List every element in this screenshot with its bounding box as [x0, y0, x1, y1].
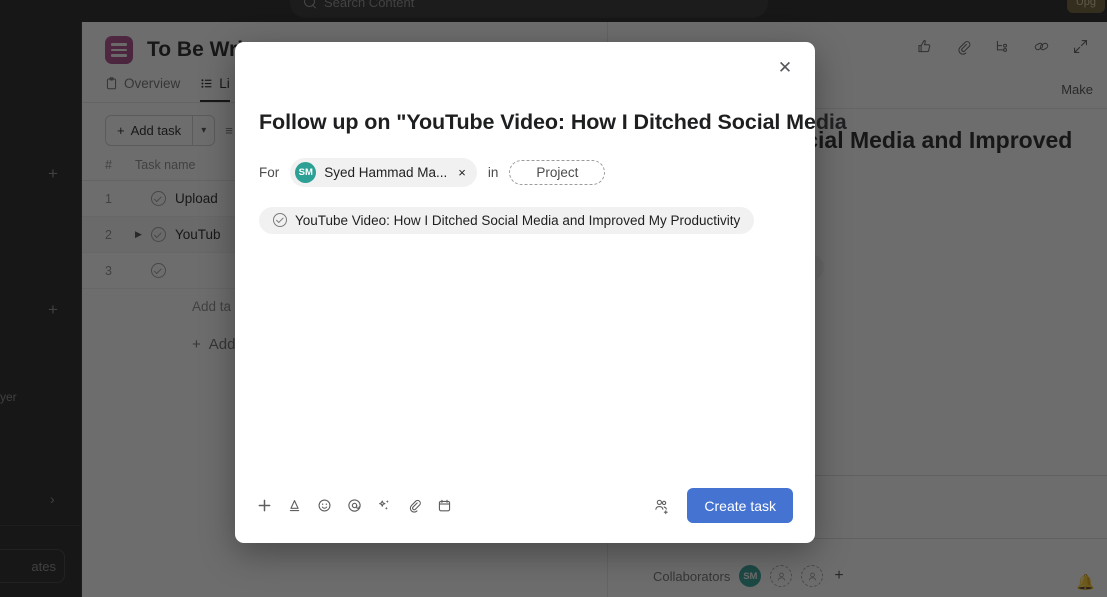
project-selector[interactable]: Project [509, 159, 606, 185]
ai-sparkle-icon[interactable] [377, 498, 392, 513]
modal-body: Follow up on "YouTube Video: How I Ditch… [235, 42, 847, 488]
add-people-icon[interactable] [652, 497, 670, 515]
avatar: SM [295, 161, 317, 183]
assignee-name: Syed Hammad Ma... [324, 164, 448, 180]
check-circle-icon [273, 213, 287, 228]
in-label: in [487, 164, 499, 180]
source-task-chip[interactable]: YouTube Video: How I Ditched Social Medi… [259, 206, 755, 234]
create-task-button[interactable]: Create task [687, 488, 793, 523]
modal-footer: Create task [235, 488, 815, 543]
close-icon[interactable]: ✕ [771, 54, 799, 82]
plus-icon[interactable] [257, 498, 272, 513]
for-label: For [259, 164, 280, 180]
source-task-label: YouTube Video: How I Ditched Social Medi… [295, 212, 741, 228]
create-followup-task-modal: ✕ Follow up on "YouTube Video: How I Dit… [235, 42, 847, 543]
assignee-row: For SM Syed Hammad Ma... × in Project [259, 157, 791, 187]
calendar-icon[interactable] [437, 498, 452, 513]
emoji-icon[interactable] [317, 498, 332, 513]
text-format-icon[interactable] [287, 498, 302, 513]
composer-toolbar [257, 498, 452, 513]
mention-icon[interactable] [347, 498, 362, 513]
assignee-chip[interactable]: SM Syed Hammad Ma... × [290, 157, 477, 187]
modal-title: Follow up on "YouTube Video: How I Ditch… [259, 110, 847, 134]
attachment-icon[interactable] [407, 498, 422, 513]
modal-actions: Create task [652, 488, 793, 523]
screen: Search Content Upg + + yer › ates na To … [0, 0, 1107, 597]
remove-assignee-icon[interactable]: × [458, 165, 466, 180]
